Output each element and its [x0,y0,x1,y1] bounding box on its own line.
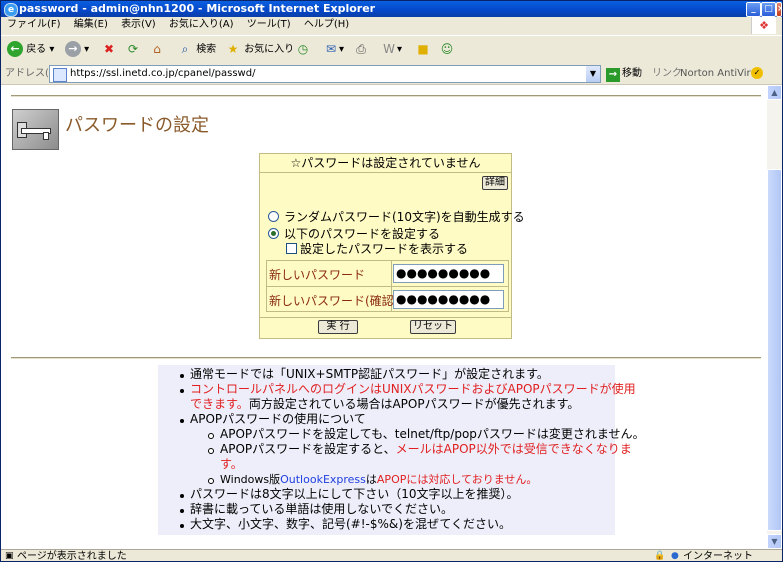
scroll-up-icon[interactable]: ▲ [767,85,782,100]
back-button[interactable]: ← 戻る ▾ [7,40,54,60]
note-5: 辞書に載っている単語は使用しないでください。 [190,502,454,516]
norton-icon[interactable]: ✓ [751,67,763,79]
ie-icon: e [4,3,18,17]
toolbar: ← 戻る ▾ → ▾ ✖ ⟳ ⌂ ⌕ 検索 ★ お気に入り ◷ ✉ ▾ ⎙ W ▾ … [1,35,782,65]
note-2-line2: できます。両方設定されている場合はAPOPパスワードが優先されます。 [190,397,580,411]
menu-edit[interactable]: 編集(E) [74,19,108,30]
random-password-label: ランダムパスワード(10文字)を自動生成する [284,210,525,224]
messenger-icon: ☺ [440,42,454,56]
edit-icon: W [383,42,395,56]
star-icon: ★ [227,42,239,56]
norton-label[interactable]: Norton AntiVirus [680,64,762,84]
password-form: ☆パスワードは設定されていません 詳細 ランダムパスワード(10文字)を自動生成… [259,153,525,339]
page-icon [53,68,67,82]
window-title: password - admin@nhn1200 - Microsoft Int… [19,2,376,15]
search-button[interactable]: ⌕ 検索 [177,40,217,60]
note-icon: ■ [417,42,429,56]
menu-help[interactable]: ヘルプ(H) [304,19,349,30]
vertical-scrollbar[interactable]: ▲ ▼ [767,85,782,549]
address-url: https://ssl.inetd.co.jp/cpanel/passwd/ [70,68,256,79]
favorites-button[interactable]: ★ お気に入り [225,40,295,60]
new-password-label: 新しいパスワード [269,268,366,282]
home-button[interactable]: ⌂ [149,40,165,60]
confirm-password-label: 新しいパスワード(確認) [269,294,399,308]
search-icon: ⌕ [181,42,189,56]
random-password-radio[interactable] [268,211,279,222]
status-bar: ▣ ページが表示されました 🔒 ● インターネット [1,549,782,562]
subnote-1: APOPパスワードを設定しても、telnet/ftp/popパスワードは変更され… [220,427,645,441]
address-input[interactable]: https://ssl.inetd.co.jp/cpanel/passwd/ ▼ [49,65,601,83]
notes-panel: 通常モードでは「UNIX+SMTP認証パスワード」が設定されます。 コントロール… [158,365,645,535]
menu-view[interactable]: 表示(V) [121,19,156,30]
scroll-down-icon[interactable]: ▼ [767,534,782,549]
zone-text: インターネット [683,551,753,562]
show-password-checkbox[interactable] [286,243,297,254]
form-header: ☆パスワードは設定されていません [260,154,511,173]
refresh-icon: ⟳ [127,42,139,56]
note-2-red: コントロールパネルへのログインはUNIXパスワードおよびAPOPパスワードが使用 [190,382,636,396]
key-icon [12,109,59,150]
favorites-label: お気に入り [244,44,295,55]
forward-button[interactable]: → ▾ [65,40,89,60]
page-content: パスワードの設定 ☆パスワードは設定されていません 詳細 ランダムパスワード(1… [1,85,767,549]
stop-icon: ✖ [103,42,115,56]
page-title: パスワードの設定 [65,115,209,136]
middle-divider [11,357,761,359]
history-button[interactable]: ◷ [295,40,311,60]
note-6: 大文字、小文字、数字、記号(#!-$%&)を混ぜてください。 [190,517,511,531]
mail-icon: ✉ [325,42,337,56]
address-bar: アドレス(D) https://ssl.inetd.co.jp/cpanel/p… [1,64,782,85]
page-done-icon: ▣ [5,551,14,561]
browser-window: e password - admin@nhn1200 - Microsoft I… [0,0,783,562]
outlookexpress-link[interactable]: OutlookExpress [280,473,366,486]
maximize-button[interactable]: □ [761,2,776,17]
stop-button[interactable]: ✖ [101,40,117,60]
subnote-2: APOPパスワードを設定すると、メールはAPOP以外では受信できなくなりま [220,442,632,456]
menu-favorites[interactable]: お気に入り(A) [169,19,234,30]
subnote-2-cont: す。 [220,457,243,471]
windows-logo-icon: ❖ [751,17,776,34]
top-divider [11,95,761,97]
note-3: APOPパスワードの使用について [190,412,366,426]
detail-button[interactable]: 詳細 [482,176,508,190]
note-4: パスワードは8文字以上にして下さい（10文字以上を推奨）。 [190,487,519,501]
print-icon: ⎙ [356,42,366,56]
address-dropdown-icon[interactable]: ▼ [586,66,600,82]
note-1: 通常モードでは「UNIX+SMTP認証パスワード」が設定されます。 [190,367,549,381]
home-icon: ⌂ [153,42,161,56]
show-password-label: 設定したパスワードを表示する [300,242,469,256]
print-button[interactable]: ⎙ [353,40,369,60]
history-icon: ◷ [297,42,309,56]
subnote-3: Windows版OutlookExpressはAPOPには対応しておりません。 [220,473,538,486]
refresh-button[interactable]: ⟳ [125,40,141,60]
close-button[interactable]: × [776,2,782,17]
edit-button[interactable]: W ▾ [381,40,402,60]
menu-tools[interactable]: ツール(T) [247,19,291,30]
back-label: 戻る [26,44,47,55]
go-arrow-icon[interactable]: → [605,66,621,82]
status-text: ページが表示されました [17,551,127,562]
forward-arrow-icon: → [65,41,81,57]
search-label: 検索 [196,44,217,55]
lock-icon: 🔒 [654,551,666,561]
confirm-password-input[interactable]: ●●●●●●●●● [393,290,504,309]
minimize-button[interactable]: _ [746,2,761,17]
scroll-thumb[interactable] [767,169,782,531]
title-bar[interactable]: e password - admin@nhn1200 - Microsoft I… [1,1,782,17]
menu-bar: ファイル(F) 編集(E) 表示(V) お気に入り(A) ツール(T) ヘルプ(… [1,17,782,33]
manual-password-radio[interactable] [268,228,279,239]
reset-button[interactable]: リセット [410,320,456,334]
mail-button[interactable]: ✉ ▾ [323,40,344,60]
back-arrow-icon: ← [7,41,23,57]
messenger-button[interactable]: ☺ [439,40,455,60]
go-button[interactable]: 移動 [622,64,642,84]
globe-icon: ● [671,551,679,561]
password-table: 新しいパスワード ●●●●●●●●● 新しいパスワード(確認) ●●●●●●●●… [266,260,509,312]
submit-button[interactable]: 実 行 [318,320,358,334]
links-button[interactable]: リンク [652,64,682,84]
menu-file[interactable]: ファイル(F) [7,19,61,30]
discuss-button[interactable]: ■ [415,40,431,60]
new-password-input[interactable]: ●●●●●●●●● [393,264,504,283]
